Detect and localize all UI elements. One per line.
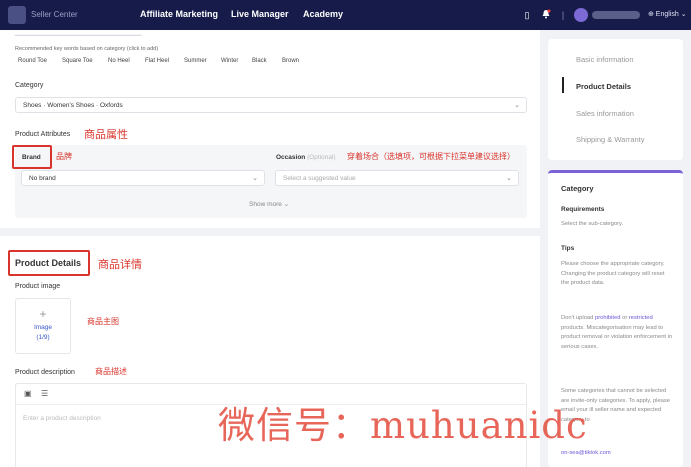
phone-icon[interactable]: ▯ — [521, 9, 533, 21]
keyword-chip[interactable]: Round Toe — [18, 58, 47, 64]
watermark-text: 微信号：muhuanidc — [218, 404, 588, 447]
chevron-down-icon: ⌄ — [252, 175, 258, 182]
nav-affiliate-marketing[interactable]: Affiliate Marketing — [140, 9, 218, 19]
requirements-title: Requirements — [561, 206, 605, 213]
occasion-placeholder: Select a suggested value — [283, 175, 356, 182]
step-product-details[interactable]: Product Details — [576, 82, 631, 91]
annotation-desc-cn: 商品描述 — [95, 367, 127, 376]
faded-input-text: ━━━━━━━━━━━━━━━━━━━━━━━━━━━━━━━━━━━━━━━━… — [15, 33, 142, 39]
occasion-label: Occasion (Optional) — [276, 154, 336, 161]
language-selector[interactable]: ⊕ English ⌄ — [648, 10, 687, 18]
chevron-down-icon: ⌄ — [506, 175, 512, 182]
annotation-details-cn: 商品详情 — [98, 259, 142, 271]
brand-select[interactable]: No brand ⌄ — [21, 170, 265, 186]
description-placeholder: Enter a product description — [23, 415, 101, 422]
keyword-chip[interactable]: Square Toe — [62, 58, 93, 64]
brand-value: No brand — [29, 175, 56, 182]
tips-title: Tips — [561, 245, 575, 252]
tips-category-title: Category — [561, 184, 594, 193]
show-more-button[interactable]: Show more ⌄ — [249, 200, 289, 208]
upload-warning: Don't upload prohibited or restricted pr… — [561, 315, 673, 350]
chevron-down-icon: ⌄ — [514, 102, 520, 109]
nav-academy[interactable]: Academy — [303, 9, 343, 19]
annotation-occasion-cn: 穿着场合（选填项，可根据下拉菜单建议选择） — [347, 152, 515, 161]
divider: | — [561, 10, 565, 20]
user-name-blurred — [592, 11, 640, 19]
keyword-chip[interactable]: Black — [252, 58, 267, 64]
keyword-chip[interactable]: Brown — [282, 58, 299, 64]
attributes-label: Product Attributes — [15, 131, 71, 138]
active-step-indicator — [562, 77, 564, 93]
occasion-select[interactable]: Select a suggested value ⌄ — [275, 170, 519, 186]
keyword-chip[interactable]: Winter — [221, 58, 238, 64]
steps-panel: Basic information Product Details Sales … — [548, 39, 683, 160]
annotation-image-cn: 商品主图 — [87, 317, 119, 326]
step-sales-information[interactable]: Sales information — [576, 109, 634, 118]
category-label: Category — [15, 82, 44, 89]
keywords-hint: Recommended key words based on category … — [15, 46, 159, 52]
prohibited-link[interactable]: prohibited — [595, 315, 620, 321]
brand-label: Brand — [22, 154, 41, 161]
plus-icon: + — [39, 307, 47, 321]
upload-image-label: Image — [33, 324, 53, 331]
keyword-chip[interactable]: Flat Heel — [145, 58, 169, 64]
product-image-label: Product image — [15, 283, 61, 290]
keyword-chip[interactable]: No Heel — [108, 58, 130, 64]
annotation-brand-cn: 品牌 — [56, 152, 72, 161]
requirements-text: Select the sub-category. — [561, 221, 624, 227]
keyword-chip[interactable]: Summer — [184, 58, 207, 64]
annotation-attributes-cn: 商品属性 — [84, 129, 128, 141]
nav-live-manager[interactable]: Live Manager — [231, 9, 289, 19]
top-nav-bar: Seller Center Affiliate Marketing Live M… — [0, 0, 691, 30]
category-value: Shoes · Women's Shoes · Oxfords — [23, 102, 123, 109]
image-icon[interactable]: ▣ — [24, 389, 32, 398]
description-label: Product description — [15, 369, 75, 376]
tips-text: Please choose the appropriate category. … — [561, 261, 665, 286]
list-icon[interactable]: ☰ — [41, 389, 48, 398]
section-title: Product Details — [15, 258, 82, 268]
step-shipping-warranty[interactable]: Shipping & Warranty — [576, 135, 645, 144]
image-count: (1/9) — [36, 334, 50, 341]
email-link[interactable]: on-sea@tiktok.com — [561, 449, 673, 459]
logo-text: Seller Center — [31, 10, 78, 19]
restricted-link[interactable]: restricted — [629, 315, 653, 321]
logo-icon[interactable] — [8, 6, 26, 24]
avatar[interactable] — [574, 8, 588, 22]
bell-icon[interactable] — [540, 9, 552, 21]
category-select[interactable]: Shoes · Women's Shoes · Oxfords ⌄ — [15, 97, 527, 113]
image-upload-box[interactable]: + Image (1/9) — [15, 298, 71, 354]
step-basic-information[interactable]: Basic information — [576, 55, 634, 64]
